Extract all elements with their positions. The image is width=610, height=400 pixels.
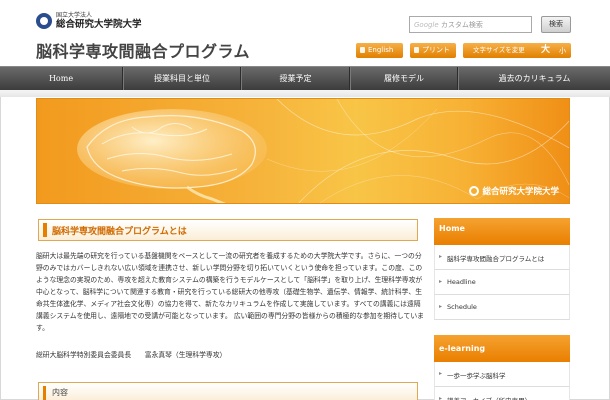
nav-shadow-stripe bbox=[0, 90, 610, 97]
university-logo[interactable]: 国立大学法人 総合研究大学院大学 bbox=[36, 13, 142, 30]
sidebar-elearning-box: e-learning 一歩一歩学ぶ脳科学 講義アーカイブ（所内専用） bbox=[434, 335, 570, 400]
section-title: 脳科学専攻間融合プログラムとは bbox=[52, 227, 187, 237]
committee-signature: 総研大脳科学特別委員会委員長 富永真琴（生理科学専攻） bbox=[36, 351, 227, 359]
search-placeholder: カスタム検索 bbox=[440, 21, 483, 29]
hero-banner: 総合研究大学院大学 bbox=[36, 98, 570, 204]
search-input[interactable]: Google カスタム検索 bbox=[409, 16, 532, 33]
site-title[interactable]: 脳科学専攻間融合プログラム bbox=[36, 38, 250, 62]
search-button[interactable]: 検索 bbox=[541, 16, 571, 33]
fontsize-label: 文字サイズを変更 bbox=[473, 46, 525, 54]
program-description: 脳研大は最先端の研究を行っている基盤機関をベースとして一流の研究者を養成するため… bbox=[36, 252, 424, 332]
contents-title: 内容 bbox=[52, 388, 68, 397]
fontsize-large-button[interactable]: 大 bbox=[541, 43, 550, 58]
sidebar-item-step-by-step[interactable]: 一歩一歩学ぶ脳科学 bbox=[434, 362, 570, 387]
university-emblem-icon bbox=[36, 13, 52, 30]
banner-caption: 総合研究大学院大学 bbox=[469, 185, 559, 197]
sidebar-item-about[interactable]: 脳科学専攻間融合プログラムとは bbox=[434, 245, 570, 270]
logo-title: 総合研究大学院大学 bbox=[56, 19, 142, 30]
print-button-label: プリント bbox=[422, 46, 450, 54]
nav-item-schedule[interactable]: 授業予定 bbox=[241, 67, 350, 91]
banner-caption-text: 総合研究大学院大学 bbox=[482, 187, 559, 197]
fontsize-small-button[interactable]: 小 bbox=[559, 44, 566, 59]
nav-item-courses[interactable]: 授業科目と単位 bbox=[123, 67, 241, 91]
english-button[interactable]: English bbox=[356, 43, 403, 58]
print-button[interactable]: プリント bbox=[410, 43, 456, 58]
main-nav: Home 授業科目と単位 授業予定 履修モデル 過去のカリキュラム bbox=[0, 66, 610, 91]
nav-item-past-curriculum[interactable]: 過去のカリキュラム bbox=[458, 67, 610, 91]
nav-item-model[interactable]: 履修モデル bbox=[350, 67, 458, 91]
sidebar-home-box: Home 脳科学専攻間融合プログラムとは Headline Schedule bbox=[434, 218, 570, 320]
google-logo-icon: Google bbox=[414, 21, 439, 29]
sidebar-elearning-title[interactable]: e-learning bbox=[434, 335, 570, 362]
fontsize-control: 文字サイズを変更 大 小 bbox=[463, 43, 571, 58]
site-header: 国立大学法人 総合研究大学院大学 脳科学専攻間融合プログラム Google カス… bbox=[0, 0, 610, 66]
section-heading: 脳科学専攻間融合プログラムとは bbox=[38, 219, 418, 241]
university-emblem-icon bbox=[469, 186, 480, 196]
nav-item-home[interactable]: Home bbox=[0, 67, 123, 91]
english-button-label: English bbox=[368, 46, 394, 54]
sidebar-item-lecture-archive[interactable]: 講義アーカイブ（所内専用） bbox=[434, 387, 570, 400]
contents-heading: 内容 bbox=[38, 382, 418, 400]
sidebar-item-headline[interactable]: Headline bbox=[434, 270, 570, 295]
sidebar-item-schedule[interactable]: Schedule bbox=[434, 295, 570, 320]
sidebar-home-title[interactable]: Home bbox=[434, 218, 570, 245]
